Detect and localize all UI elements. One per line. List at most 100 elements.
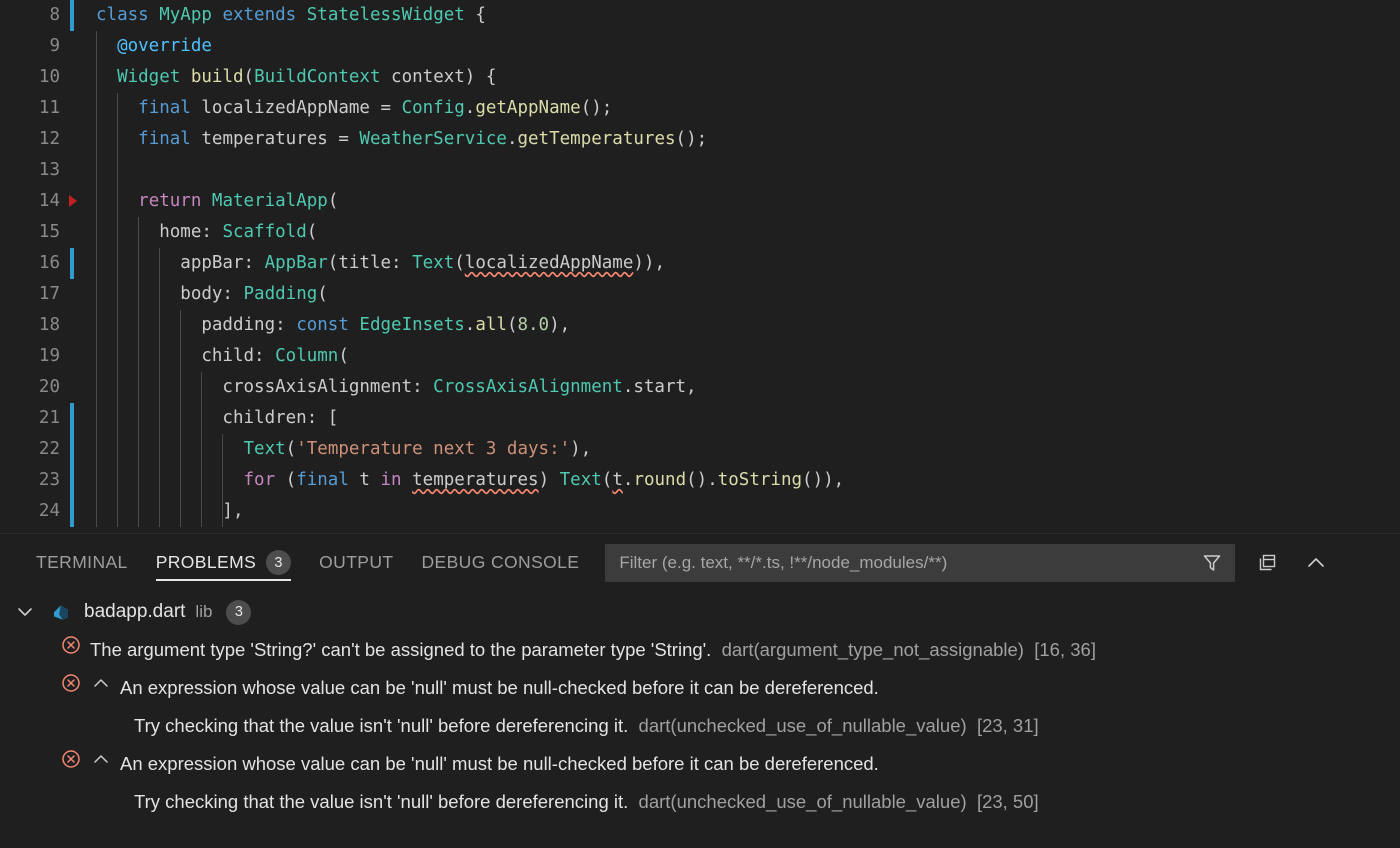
tab-label: DEBUG CONSOLE [421, 552, 579, 573]
code-line[interactable]: 14 return MaterialApp( [0, 186, 1400, 217]
tab-terminal[interactable]: TERMINAL [22, 534, 142, 591]
split-panel-icon[interactable] [1251, 546, 1285, 580]
code-token: (). [686, 470, 718, 490]
code-line-text: class MyApp extends StatelessWidget { [96, 0, 486, 31]
problem-row[interactable]: An expression whose value can be 'null' … [0, 745, 1400, 783]
code-token: ( [454, 253, 465, 273]
code-line-text: Text('Temperature next 3 days:'), [96, 434, 591, 465]
fold-error-marker-icon[interactable] [69, 195, 77, 207]
code-line-text: @override [96, 31, 212, 62]
problem-row[interactable]: The argument type 'String?' can't be ass… [0, 631, 1400, 669]
code-token: ) [539, 470, 560, 490]
problems-file-dir: lib [195, 602, 212, 622]
code-token: child: [96, 346, 275, 366]
code-line[interactable]: 8class MyApp extends StatelessWidget { [0, 0, 1400, 31]
code-token: return [138, 191, 201, 211]
problems-list[interactable]: badapp.dartlib3 The argument type 'String… [0, 591, 1400, 847]
code-token [402, 470, 413, 490]
code-token: . [507, 129, 518, 149]
code-token: ( [328, 191, 339, 211]
code-token: build [191, 67, 244, 87]
tab-output[interactable]: OUTPUT [305, 534, 407, 591]
problem-expand-chevron-up-icon[interactable] [90, 673, 120, 700]
code-editor[interactable]: 8class MyApp extends StatelessWidget {9 … [0, 0, 1400, 534]
code-line[interactable]: 10 Widget build(BuildContext context) { [0, 62, 1400, 93]
code-line[interactable]: 16 appBar: AppBar(title: Text(localizedA… [0, 248, 1400, 279]
code-token: . [465, 315, 476, 335]
code-token: 'Temperature next 3 days:' [296, 439, 570, 459]
collapse-panel-chevron-up-icon[interactable] [1299, 546, 1333, 580]
code-line[interactable]: 15 home: Scaffold( [0, 217, 1400, 248]
code-line[interactable]: 18 padding: const EdgeInsets.all(8.0), [0, 310, 1400, 341]
expand-chevron-down-icon[interactable] [14, 601, 42, 623]
code-line-text: final localizedAppName = Config.getAppNa… [96, 93, 612, 124]
code-token [96, 98, 138, 118]
code-token: padding: [96, 315, 296, 335]
code-token: for [244, 470, 276, 490]
problem-row[interactable]: An expression whose value can be 'null' … [0, 669, 1400, 707]
code-token: )), [633, 253, 665, 273]
code-token: t [612, 470, 623, 490]
code-token: localizedAppName [465, 253, 634, 273]
code-line[interactable]: 11 final localizedAppName = Config.getAp… [0, 93, 1400, 124]
line-number: 18 [0, 310, 60, 341]
code-line[interactable]: 21 children: [ [0, 403, 1400, 434]
indent-guide [96, 155, 97, 186]
problem-position: [16, 36] [1034, 639, 1096, 660]
git-modified-marker [70, 496, 74, 527]
code-token: temperatures [412, 470, 538, 490]
code-line[interactable]: 9 @override [0, 31, 1400, 62]
code-token [180, 67, 191, 87]
code-token: temperatures = [191, 129, 360, 149]
code-token: WeatherService [359, 129, 507, 149]
tab-label: TERMINAL [36, 552, 128, 573]
problems-filter-input[interactable] [617, 552, 1195, 574]
code-token: localizedAppName = [191, 98, 402, 118]
line-number: 13 [0, 155, 60, 186]
problems-file-row[interactable]: badapp.dartlib3 [0, 593, 1400, 631]
error-icon [60, 672, 90, 699]
code-token [96, 191, 138, 211]
code-token: round [633, 470, 686, 490]
code-token: ( [244, 67, 255, 87]
code-token: const [296, 315, 349, 335]
problems-filter-box[interactable] [605, 544, 1235, 582]
line-number: 14 [0, 186, 60, 217]
code-token: (title: [328, 253, 412, 273]
problem-detail-message: Try checking that the value isn't 'null'… [134, 791, 628, 812]
code-line[interactable]: 17 body: Padding( [0, 279, 1400, 310]
code-line[interactable]: 19 child: Column( [0, 341, 1400, 372]
git-modified-marker [70, 465, 74, 496]
code-line[interactable]: 22 Text('Temperature next 3 days:'), [0, 434, 1400, 465]
code-line[interactable]: 24 ], [0, 496, 1400, 527]
code-lines[interactable]: 8class MyApp extends StatelessWidget {9 … [0, 0, 1400, 527]
line-number: 15 [0, 217, 60, 248]
panel-header-actions [1251, 546, 1333, 580]
filter-icon[interactable] [1195, 546, 1229, 580]
error-icon [60, 634, 90, 661]
problem-expand-chevron-up-icon[interactable] [90, 749, 120, 776]
tab-problems[interactable]: PROBLEMS 3 [142, 534, 305, 591]
problem-detail-row[interactable]: Try checking that the value isn't 'null'… [0, 707, 1400, 745]
code-token: ), [549, 315, 570, 335]
code-line-text: child: Column( [96, 341, 349, 372]
code-line[interactable]: 23 for (final t in temperatures) Text(t.… [0, 465, 1400, 496]
tab-count-badge: 3 [266, 550, 291, 575]
tab-label: OUTPUT [319, 552, 393, 573]
git-modified-marker [70, 0, 74, 31]
line-number: 10 [0, 62, 60, 93]
code-line[interactable]: 13 [0, 155, 1400, 186]
code-line-text: home: Scaffold( [96, 217, 317, 248]
bottom-panel: TERMINAL PROBLEMS 3 OUTPUT DEBUG CONSOLE [0, 534, 1400, 847]
problem-detail-row[interactable]: Try checking that the value isn't 'null'… [0, 783, 1400, 821]
problem-code: dart(argument_type_not_assignable) [722, 639, 1024, 660]
code-line[interactable]: 12 final temperatures = WeatherService.g… [0, 124, 1400, 155]
code-token: final [138, 129, 191, 149]
code-line[interactable]: 20 crossAxisAlignment: CrossAxisAlignmen… [0, 372, 1400, 403]
code-token: EdgeInsets [359, 315, 464, 335]
tab-debug-console[interactable]: DEBUG CONSOLE [407, 534, 593, 591]
tab-label: PROBLEMS [156, 552, 256, 573]
code-token: ], [96, 501, 244, 521]
code-token: crossAxisAlignment: [96, 377, 433, 397]
problem-message: The argument type 'String?' can't be ass… [90, 639, 711, 660]
